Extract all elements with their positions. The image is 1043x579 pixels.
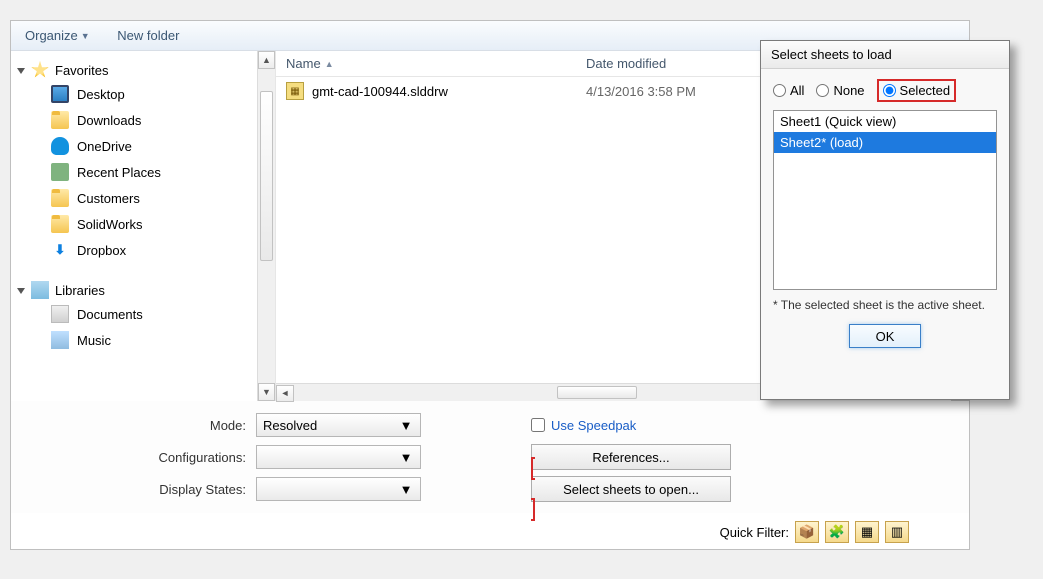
recent-places-icon <box>51 163 69 181</box>
column-date-modified[interactable]: Date modified <box>576 56 756 71</box>
column-name-label: Name <box>286 56 321 71</box>
star-icon <box>31 61 49 79</box>
new-folder-label: New folder <box>117 21 179 51</box>
chevron-down-icon: ▼ <box>398 478 414 500</box>
radio-none[interactable]: None <box>816 83 864 98</box>
sheet-item[interactable]: Sheet2* (load) <box>774 132 996 153</box>
select-sheets-label: Select sheets to open... <box>563 482 699 497</box>
nav-item-solidworks[interactable]: SolidWorks <box>11 211 275 237</box>
nav-item-label: Downloads <box>77 113 141 128</box>
nav-item-desktop[interactable]: Desktop <box>11 81 275 107</box>
radio-all-label: All <box>790 83 804 98</box>
radio-selected-input[interactable] <box>883 84 896 97</box>
nav-pane: Favorites Desktop Downloads OneDrive Rec… <box>11 51 276 401</box>
favorites-label: Favorites <box>55 63 108 78</box>
nav-item-label: OneDrive <box>77 139 132 154</box>
chevron-down-icon: ▼ <box>398 446 414 468</box>
expand-collapse-icon <box>17 68 25 74</box>
folder-icon <box>51 111 69 129</box>
dialog-title: Select sheets to load <box>761 41 1009 69</box>
filter-drawings-button[interactable]: ▦ <box>855 521 879 543</box>
select-sheets-dialog: Select sheets to load All None Selected … <box>760 40 1010 400</box>
nav-item-label: Dropbox <box>77 243 126 258</box>
radio-all-input[interactable] <box>773 84 786 97</box>
file-date: 4/13/2016 3:58 PM <box>576 84 756 99</box>
nav-item-music[interactable]: Music <box>11 327 275 353</box>
radio-selected[interactable]: Selected <box>883 83 951 98</box>
active-sheet-footnote: * The selected sheet is the active sheet… <box>773 298 997 312</box>
speedpak-label: Use Speedpak <box>551 418 636 433</box>
dropbox-icon: ⬇ <box>51 241 69 259</box>
organize-label: Organize <box>25 21 78 51</box>
filter-all-button[interactable]: ▥ <box>885 521 909 543</box>
select-sheets-to-open-button[interactable]: Select sheets to open... <box>531 476 731 502</box>
nav-item-label: Recent Places <box>77 165 161 180</box>
display-states-dropdown[interactable]: ▼ <box>256 477 421 501</box>
scroll-up-button[interactable]: ▲ <box>258 51 275 69</box>
mode-dropdown[interactable]: Resolved ▼ <box>256 413 421 437</box>
nav-item-customers[interactable]: Customers <box>11 185 275 211</box>
sort-asc-icon: ▲ <box>325 59 334 69</box>
nav-item-label: Customers <box>77 191 140 206</box>
configurations-label: Configurations: <box>71 450 256 465</box>
ok-button[interactable]: OK <box>849 324 921 348</box>
quick-filter-label: Quick Filter: <box>720 525 789 540</box>
libraries-icon <box>31 281 49 299</box>
select-sheets-highlight: Select sheets to open... <box>531 457 731 521</box>
mode-label: Mode: <box>71 418 256 433</box>
radio-none-input[interactable] <box>816 84 829 97</box>
file-name: gmt-cad-100944.slddrw <box>312 84 448 99</box>
ok-label: OK <box>876 329 895 344</box>
sheet-item[interactable]: Sheet1 (Quick view) <box>774 111 996 132</box>
quick-filter: Quick Filter: 📦 🧩 ▦ ▥ <box>720 521 909 543</box>
desktop-icon <box>51 85 69 103</box>
chevron-down-icon: ▼ <box>81 21 90 51</box>
folder-icon <box>51 215 69 233</box>
display-states-label: Display States: <box>71 482 256 497</box>
expand-collapse-icon <box>17 288 25 294</box>
open-options: Mode: Resolved ▼ Use Speedpak Configurat… <box>11 401 969 513</box>
libraries-label: Libraries <box>55 283 105 298</box>
hscroll-thumb[interactable] <box>557 386 637 399</box>
use-speedpak-checkbox[interactable]: Use Speedpak <box>531 418 636 433</box>
folder-icon <box>51 189 69 207</box>
nav-item-label: SolidWorks <box>77 217 143 232</box>
column-name[interactable]: Name ▲ <box>276 56 576 71</box>
nav-item-onedrive[interactable]: OneDrive <box>11 133 275 159</box>
scroll-thumb[interactable] <box>260 91 273 261</box>
favorites-header[interactable]: Favorites <box>11 59 275 81</box>
music-icon <box>51 331 69 349</box>
nav-item-label: Desktop <box>77 87 125 102</box>
radio-selected-highlight: Selected <box>877 79 957 102</box>
radio-all[interactable]: All <box>773 83 804 98</box>
column-date-label: Date modified <box>586 56 666 71</box>
nav-item-documents[interactable]: Documents <box>11 301 275 327</box>
filter-assemblies-button[interactable]: 🧩 <box>825 521 849 543</box>
documents-icon <box>51 305 69 323</box>
nav-item-dropbox[interactable]: ⬇ Dropbox <box>11 237 275 263</box>
onedrive-icon <box>51 137 69 155</box>
configurations-dropdown[interactable]: ▼ <box>256 445 421 469</box>
organize-button[interactable]: Organize ▼ <box>19 21 96 51</box>
slddrw-icon: ▦ <box>286 82 304 100</box>
nav-scrollbar[interactable]: ▲ ▼ <box>257 51 275 401</box>
sheet-mode-radios: All None Selected <box>773 79 997 102</box>
new-folder-button[interactable]: New folder <box>111 21 185 51</box>
speedpak-check-input[interactable] <box>531 418 545 432</box>
nav-item-downloads[interactable]: Downloads <box>11 107 275 133</box>
nav-item-recent-places[interactable]: Recent Places <box>11 159 275 185</box>
scroll-down-button[interactable]: ▼ <box>258 383 275 401</box>
nav-item-label: Documents <box>77 307 143 322</box>
filter-parts-button[interactable]: 📦 <box>795 521 819 543</box>
mode-value: Resolved <box>263 418 317 433</box>
libraries-header[interactable]: Libraries <box>11 279 275 301</box>
radio-none-label: None <box>833 83 864 98</box>
radio-selected-label: Selected <box>900 83 951 98</box>
chevron-down-icon: ▼ <box>398 414 414 436</box>
sheet-list[interactable]: Sheet1 (Quick view) Sheet2* (load) <box>773 110 997 290</box>
scroll-left-button[interactable]: ◄ <box>276 385 294 402</box>
nav-item-label: Music <box>77 333 111 348</box>
